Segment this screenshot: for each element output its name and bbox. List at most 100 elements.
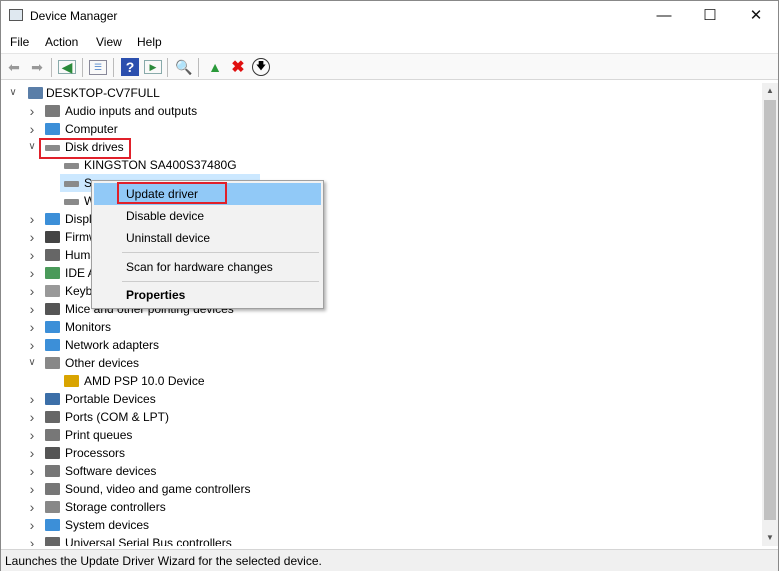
context-menu: Update driver Disable device Uninstall d… [91, 180, 324, 309]
expand-chevron-icon[interactable]: › [27, 516, 37, 534]
menu-item-uninstall-device[interactable]: Uninstall device [94, 227, 321, 249]
unknown-device-icon [45, 357, 60, 369]
toolbar: ⬅ ➡ ◀ ☰ ? ▶ 🔍 ▲ ✖ 🡇 [1, 53, 778, 80]
close-button[interactable]: ✕ [733, 1, 779, 31]
network-icon [45, 339, 60, 351]
disk-icon [64, 181, 79, 187]
scroll-down-arrow[interactable]: ▼ [762, 530, 778, 546]
back-icon[interactable]: ⬅ [5, 58, 23, 76]
maximize-button[interactable]: ☐ [687, 1, 733, 31]
tree-item[interactable]: ∨ DESKTOP-CV7FULL [1, 84, 761, 102]
disable-icon[interactable]: 🡇 [252, 58, 270, 76]
expand-chevron-icon[interactable]: › [27, 120, 37, 138]
properties-icon[interactable]: ☰ [89, 60, 107, 75]
toolbar-separator [167, 58, 168, 77]
tree-item-label: Storage controllers [65, 500, 166, 514]
tree-item[interactable]: › Network adapters [1, 336, 761, 354]
toolbar-separator [51, 58, 52, 77]
tree-item-label: Sound, video and game controllers [65, 482, 251, 496]
menu-help[interactable]: Help [137, 35, 162, 49]
tree-item-label: Audio inputs and outputs [65, 104, 198, 118]
tree-item[interactable]: › Storage controllers [1, 498, 761, 516]
software-icon [45, 465, 60, 477]
expand-chevron-icon[interactable]: › [27, 462, 37, 480]
toolbar-separator [82, 58, 83, 77]
show-action-pane-icon[interactable]: ▶ [144, 60, 162, 74]
collapse-chevron-icon[interactable]: ∨ [8, 84, 18, 102]
expand-chevron-icon[interactable]: › [27, 408, 37, 426]
tree-item[interactable]: › Portable Devices [1, 390, 761, 408]
tree-item[interactable]: › Computer [1, 120, 761, 138]
tree-item[interactable]: ∨ Other devices [1, 354, 761, 372]
uninstall-icon[interactable]: ✖ [229, 58, 247, 76]
warning-device-icon [64, 375, 79, 387]
forward-icon[interactable]: ➡ [28, 58, 46, 76]
tree-item[interactable]: › Audio inputs and outputs [1, 102, 761, 120]
expand-chevron-icon[interactable]: › [27, 390, 37, 408]
disk-icon [64, 163, 79, 169]
expand-chevron-icon[interactable]: › [27, 426, 37, 444]
menu-view[interactable]: View [96, 35, 122, 49]
scan-hardware-icon[interactable]: 🔍 [175, 58, 193, 76]
expand-chevron-icon[interactable]: › [27, 480, 37, 498]
menu-action[interactable]: Action [45, 35, 78, 49]
toolbar-separator [113, 58, 114, 77]
scroll-up-arrow[interactable]: ▲ [762, 83, 778, 99]
update-driver-icon[interactable]: ▲ [206, 58, 224, 76]
expand-chevron-icon[interactable]: › [27, 336, 37, 354]
expand-chevron-icon[interactable]: › [27, 534, 37, 546]
menu-item-properties[interactable]: Properties [94, 284, 321, 306]
collapse-chevron-icon[interactable]: ∨ [27, 354, 37, 372]
tree-item[interactable]: › System devices [1, 516, 761, 534]
expand-chevron-icon[interactable]: › [27, 300, 37, 318]
menu-bar: File Action View Help [1, 31, 778, 53]
toolbar-separator [198, 58, 199, 77]
menu-item-disable-device[interactable]: Disable device [94, 205, 321, 227]
portable-icon [45, 393, 60, 405]
status-text: Launches the Update Driver Wizard for th… [5, 554, 322, 568]
tree-item[interactable]: › Universal Serial Bus controllers [1, 534, 761, 546]
tree-item[interactable]: › Software devices [1, 462, 761, 480]
tree-item[interactable]: › Ports (COM & LPT) [1, 408, 761, 426]
tree-item[interactable]: › Print queues [1, 426, 761, 444]
help-icon[interactable]: ? [121, 58, 139, 76]
tree-item[interactable]: › Monitors [1, 318, 761, 336]
tree-item-label: Print queues [65, 428, 133, 442]
tree-item[interactable]: › Processors [1, 444, 761, 462]
tree-item-label: Processors [65, 446, 126, 460]
collapse-chevron-icon[interactable]: ∨ [27, 138, 37, 156]
expand-chevron-icon[interactable]: › [27, 444, 37, 462]
mouse-icon [45, 303, 60, 315]
scrollbar-thumb[interactable] [764, 100, 776, 520]
minimize-button[interactable]: — [641, 1, 687, 31]
expand-chevron-icon[interactable]: › [27, 282, 37, 300]
device-manager-icon [9, 9, 23, 21]
show-hide-console-tree-icon[interactable]: ◀ [58, 59, 76, 75]
tree-item[interactable]: › Sound, video and game controllers [1, 480, 761, 498]
annotation-highlight-disk-drives [39, 138, 131, 159]
expand-chevron-icon[interactable]: › [27, 318, 37, 336]
processor-icon [45, 447, 60, 459]
tree-item-label: Computer [65, 122, 118, 136]
menu-file[interactable]: File [10, 35, 29, 49]
chip-icon [45, 231, 60, 243]
keyboard-icon [45, 285, 60, 297]
monitor-icon [45, 321, 60, 333]
tree-item-label: Monitors [65, 320, 112, 334]
tree-item-label: System devices [65, 518, 150, 532]
system-icon [45, 519, 60, 531]
title-bar: Device Manager — ☐ ✕ [1, 1, 778, 31]
annotation-highlight-update-driver [117, 182, 227, 204]
tree-item[interactable]: AMD PSP 10.0 Device [1, 372, 761, 390]
vertical-scrollbar[interactable]: ▲ ▼ [762, 83, 778, 546]
expand-chevron-icon[interactable]: › [27, 264, 37, 282]
tree-item-label: Universal Serial Bus controllers [65, 536, 232, 546]
expand-chevron-icon[interactable]: › [27, 102, 37, 120]
expand-chevron-icon[interactable]: › [27, 498, 37, 516]
computer-icon [28, 87, 43, 99]
expand-chevron-icon[interactable]: › [27, 246, 37, 264]
tree-item-label: Portable Devices [65, 392, 156, 406]
expand-chevron-icon[interactable]: › [27, 228, 37, 246]
menu-item-scan-hardware[interactable]: Scan for hardware changes [94, 256, 321, 278]
expand-chevron-icon[interactable]: › [27, 210, 37, 228]
